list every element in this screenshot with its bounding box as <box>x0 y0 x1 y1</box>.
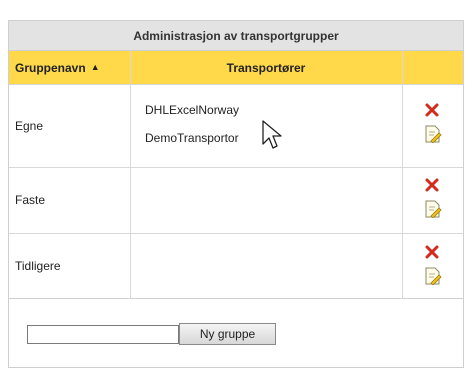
column-divider <box>130 51 131 299</box>
edit-icon[interactable] <box>424 125 442 143</box>
delete-icon[interactable] <box>425 245 439 259</box>
table-header-row: Gruppenavn ▲ Transportører <box>9 51 463 85</box>
sort-ascending-icon[interactable]: ▲ <box>91 62 100 72</box>
table-row: Egne DHLExcelNorway DemoTransportor <box>9 85 463 168</box>
table-row: Faste <box>9 168 463 234</box>
delete-icon[interactable] <box>425 178 439 192</box>
carrier-item: DHLExcelNorway <box>145 103 240 117</box>
new-group-name-input[interactable] <box>27 325 179 344</box>
mouse-pointer-icon <box>262 120 282 149</box>
column-header-carriers: Transportører <box>226 60 306 75</box>
new-group-button[interactable]: Ny gruppe <box>179 323 276 345</box>
table-row: Tidligere <box>9 234 463 299</box>
group-name-header-label: Gruppenavn <box>15 60 86 75</box>
column-header-group-name[interactable]: Gruppenavn ▲ <box>9 51 130 84</box>
group-name-cell: Faste <box>15 193 46 207</box>
group-name-cell: Egne <box>15 119 44 133</box>
delete-icon[interactable] <box>425 103 439 117</box>
column-header-actions <box>402 51 463 84</box>
new-group-form: Ny gruppe <box>9 299 463 367</box>
transport-groups-panel: Administrasjon av transportgrupper Grupp… <box>8 20 464 368</box>
panel-title: Administrasjon av transportgrupper <box>9 21 463 51</box>
column-divider <box>402 51 403 299</box>
edit-icon[interactable] <box>424 200 442 218</box>
edit-icon[interactable] <box>424 267 442 285</box>
carrier-item: DemoTransportor <box>145 131 239 145</box>
group-name-cell: Tidligere <box>15 259 61 273</box>
